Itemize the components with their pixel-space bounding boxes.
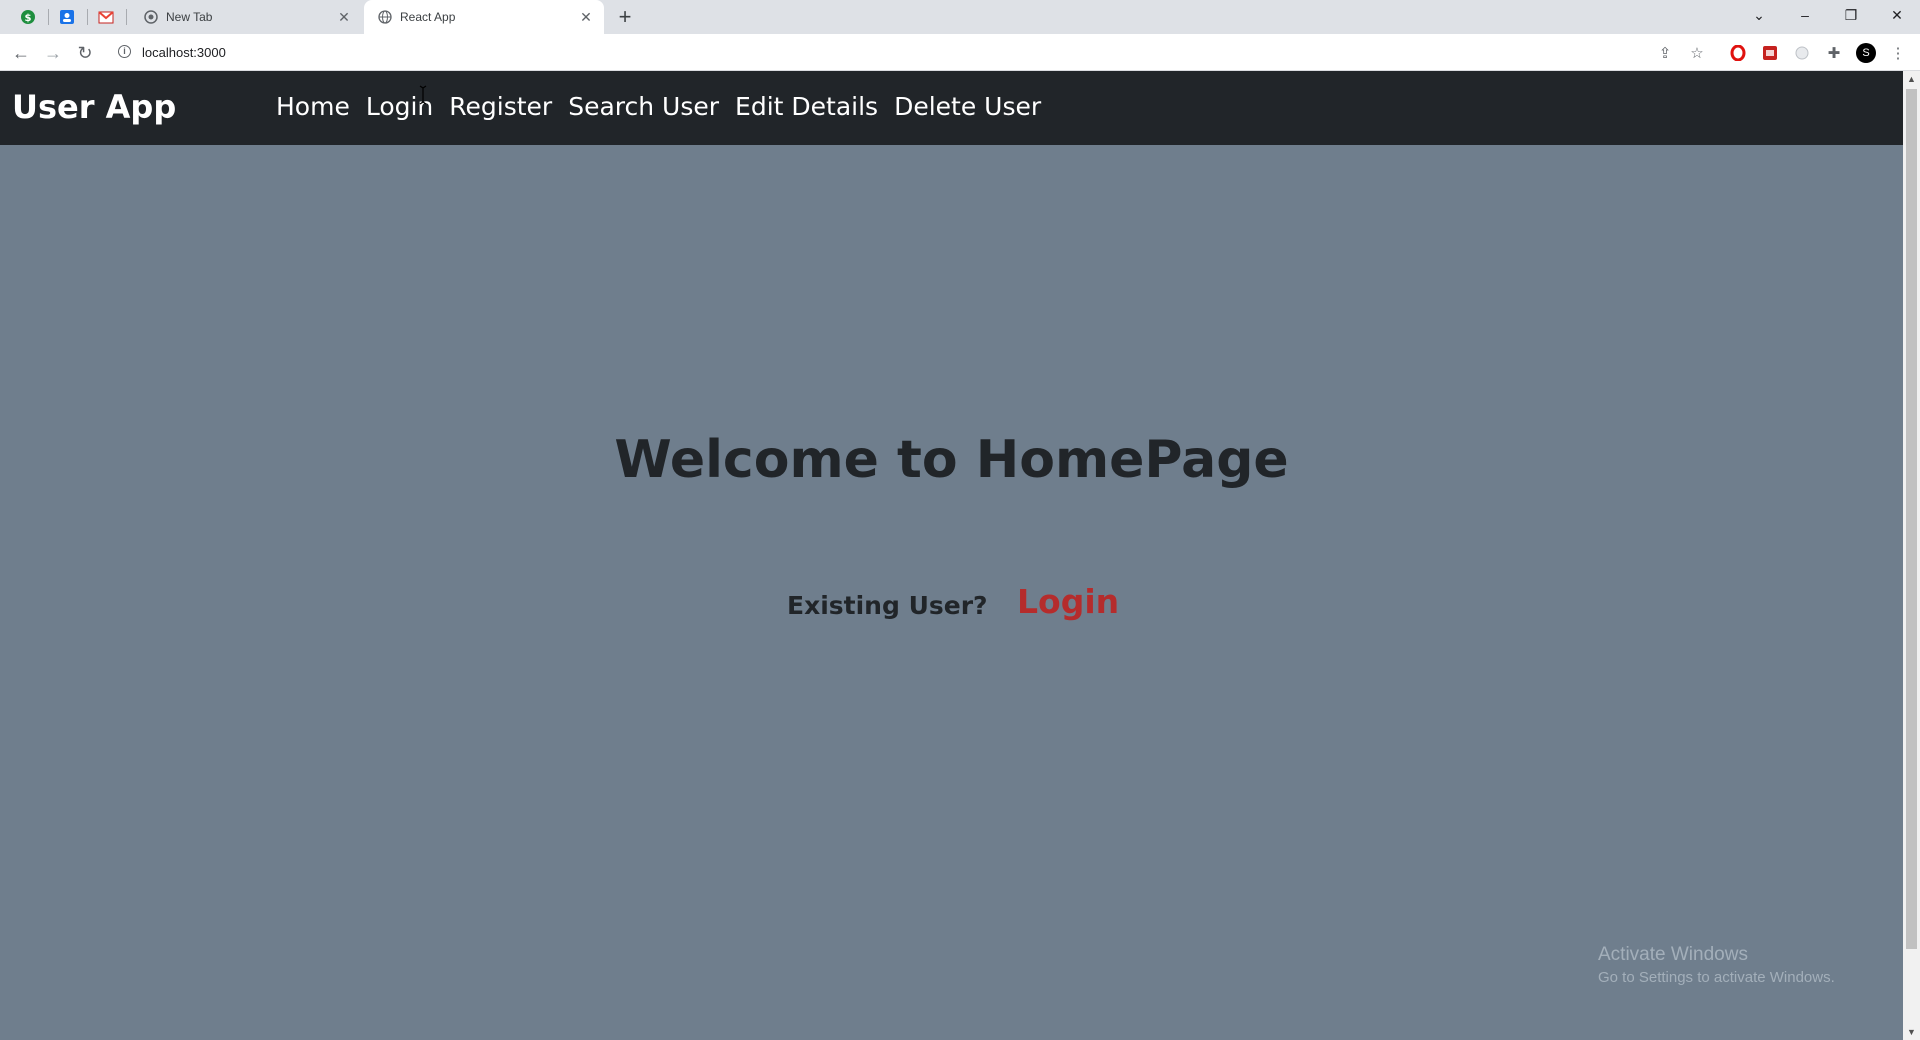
page-scrollbar[interactable]: ▲ ▼	[1903, 71, 1920, 1040]
tab-title: New Tab	[166, 10, 213, 24]
puzzle-extensions-icon[interactable]: ✚	[1824, 43, 1844, 63]
nav-links: Home Login Register Search User Edit Det…	[276, 92, 1057, 121]
avatar: S	[1856, 43, 1876, 63]
browser-toolbar: ← → ↻ i localhost:3000 ⇪ ☆ ✚ S ⋮	[0, 34, 1920, 71]
browser-tab-strip: $ New Tab ✕ React App ✕ + ⌄ – ❐ ✕	[0, 0, 1920, 34]
existing-user-label: Existing User?	[787, 591, 988, 620]
reload-icon[interactable]: ↻	[72, 40, 98, 66]
forward-arrow-icon[interactable]: →	[40, 40, 66, 66]
login-link[interactable]: Login	[1017, 582, 1119, 621]
close-window-button[interactable]: ✕	[1874, 0, 1920, 30]
bookmark-star-icon[interactable]: ☆	[1687, 43, 1707, 63]
chrome-globe-icon	[144, 10, 158, 24]
main-content: Welcome to HomePage Existing User? Login…	[0, 145, 1903, 1040]
opera-extension-icon[interactable]	[1728, 43, 1748, 63]
share-icon[interactable]: ⇪	[1655, 43, 1675, 63]
globe-icon	[378, 10, 392, 24]
new-tab-button[interactable]: +	[612, 5, 638, 29]
tab-search-chevron-icon[interactable]: ⌄	[1736, 0, 1782, 30]
close-icon[interactable]: ✕	[578, 9, 594, 25]
address-bar[interactable]: i localhost:3000	[110, 39, 1720, 66]
text-cursor-icon	[419, 85, 427, 105]
watermark-subtitle: Go to Settings to activate Windows.	[1598, 969, 1835, 986]
pdf-extension-icon[interactable]	[1760, 43, 1780, 63]
back-arrow-icon[interactable]: ←	[8, 40, 34, 66]
blue-contacts-icon	[60, 10, 74, 24]
tab-new-tab[interactable]: New Tab ✕	[130, 0, 362, 34]
tab-title: React App	[400, 10, 456, 24]
pinned-tab-3[interactable]	[92, 6, 120, 28]
tab-separator	[87, 9, 88, 25]
minimize-button[interactable]: –	[1782, 0, 1828, 30]
kebab-menu-icon[interactable]: ⋮	[1888, 43, 1908, 63]
gmail-icon	[98, 11, 114, 24]
info-icon[interactable]: i	[118, 45, 131, 58]
nav-register[interactable]: Register	[449, 92, 552, 121]
nav-edit-details[interactable]: Edit Details	[735, 92, 878, 121]
restore-button[interactable]: ❐	[1828, 0, 1874, 30]
tab-separator	[48, 9, 49, 25]
windows-activation-watermark: Activate Windows Go to Settings to activ…	[1598, 944, 1835, 986]
nav-home[interactable]: Home	[276, 92, 350, 121]
tab-react-app[interactable]: React App ✕	[364, 0, 604, 34]
nav-search-user[interactable]: Search User	[568, 92, 719, 121]
scroll-up-arrow-icon[interactable]: ▲	[1903, 71, 1920, 87]
tab-separator	[126, 9, 127, 25]
brand-link[interactable]: User App	[12, 88, 176, 126]
profile-avatar[interactable]: S	[1856, 43, 1876, 63]
pinned-tab-2[interactable]	[53, 6, 81, 28]
scrollbar-thumb[interactable]	[1906, 89, 1917, 949]
close-icon[interactable]: ✕	[336, 9, 352, 25]
svg-text:$: $	[25, 13, 32, 24]
pinned-tab-1[interactable]: $	[14, 6, 42, 28]
nav-delete-user[interactable]: Delete User	[894, 92, 1041, 121]
watermark-title: Activate Windows	[1598, 944, 1748, 965]
app-navbar: User App Home Login Register Search User…	[0, 71, 1903, 145]
extension-icon[interactable]	[1792, 43, 1812, 63]
scroll-down-arrow-icon[interactable]: ▼	[1903, 1024, 1920, 1040]
url-text[interactable]: localhost:3000	[142, 45, 226, 60]
page-title: Welcome to HomePage	[614, 430, 1289, 490]
green-dollar-icon: $	[21, 10, 35, 24]
